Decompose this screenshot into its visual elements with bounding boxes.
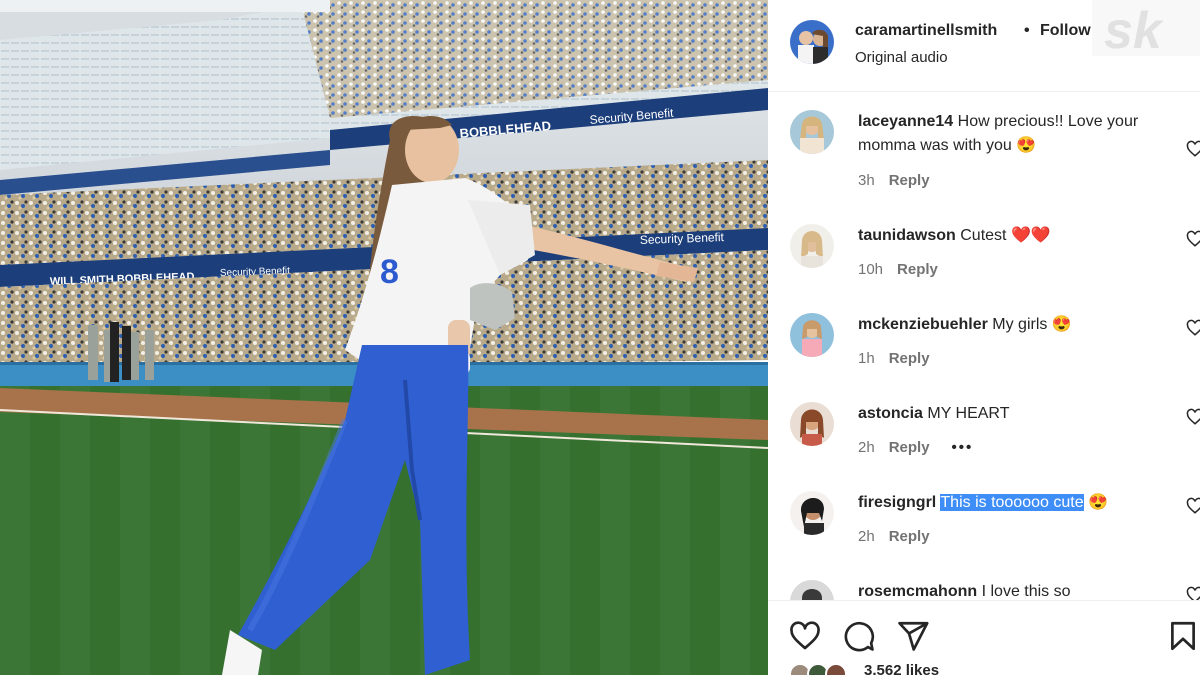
commenter-avatar[interactable]	[790, 313, 834, 357]
reply-button[interactable]: Reply	[889, 172, 930, 189]
bookmark-icon[interactable]	[1166, 619, 1200, 653]
reply-button[interactable]: Reply	[889, 350, 930, 367]
comment-username[interactable]: laceyanne14	[858, 113, 953, 130]
comment-meta: 2h Reply	[858, 528, 930, 545]
jersey-number: 8	[380, 253, 399, 291]
comment-meta: 10h Reply	[858, 261, 938, 278]
commenter-avatar[interactable]	[790, 402, 834, 446]
comment-username[interactable]: taunidawson	[858, 227, 956, 244]
more-options-icon[interactable]: •••	[952, 439, 974, 456]
commenter-avatar[interactable]	[790, 491, 834, 535]
heart-eyes-emoji: 😍	[1088, 494, 1108, 511]
comment-username[interactable]: astoncia	[858, 405, 923, 422]
comment-body: MY HEART	[927, 405, 1010, 422]
stadium-video-frame: BOBBLEHEAD Security Benefit WILL SMITH B…	[0, 0, 768, 675]
audio-label[interactable]: Original audio	[855, 49, 948, 66]
comment-text: laceyanne14 How precious!! Love your mom…	[858, 110, 1158, 158]
comment-text: firesigngrl This is toooooo cute 😍	[858, 491, 1158, 515]
comment-username[interactable]: rosemcmahonn	[858, 583, 977, 600]
reply-button[interactable]: Reply	[897, 261, 938, 278]
commenter-avatar[interactable]	[790, 110, 834, 154]
separator-dot: •	[1024, 22, 1030, 39]
comment-time: 1h	[858, 350, 875, 367]
like-comment-heart-icon[interactable]	[1186, 586, 1200, 600]
heart-eyes-emoji: 😍	[1016, 137, 1037, 154]
comment-time: 2h	[858, 439, 875, 456]
comment-text: taunidawson Cutest ❤️❤️	[858, 224, 1158, 248]
comment-username[interactable]: mckenziebuehler	[858, 316, 988, 333]
comment-text: mckenziebuehler My girls 😍	[858, 313, 1158, 337]
like-comment-heart-icon[interactable]	[1186, 497, 1200, 515]
commenter-avatar[interactable]	[790, 224, 834, 268]
author-username[interactable]: caramartinellsmith	[855, 22, 997, 40]
comment-body: Cutest	[960, 227, 1007, 244]
likes-count[interactable]: 3,562 likes	[864, 662, 939, 675]
liker-avatars[interactable]	[789, 660, 860, 675]
like-comment-heart-icon[interactable]	[1186, 230, 1200, 248]
like-comment-heart-icon[interactable]	[1186, 319, 1200, 337]
comment-body: I love this so	[981, 583, 1071, 600]
like-comment-heart-icon[interactable]	[1186, 140, 1200, 158]
comment-body: My girls	[992, 316, 1048, 333]
heart-eyes-emoji: 😍	[1051, 316, 1072, 333]
post-media[interactable]: BOBBLEHEAD Security Benefit WILL SMITH B…	[0, 0, 768, 675]
watermark-text: sk	[1104, 2, 1165, 56]
comment-icon[interactable]	[842, 619, 876, 653]
commenter-avatar[interactable]	[790, 580, 834, 600]
comment-meta: 1h Reply	[858, 350, 930, 367]
comment-time: 3h	[858, 172, 875, 189]
post-header: caramartinellsmith • Follow Original aud…	[768, 0, 1200, 92]
like-comment-heart-icon[interactable]	[1186, 408, 1200, 426]
comment-text: rosemcmahonn I love this so	[858, 580, 1158, 600]
post-side-panel: caramartinellsmith • Follow Original aud…	[768, 0, 1200, 675]
comment-username[interactable]: firesigngrl	[858, 494, 936, 511]
banner-text-5: Security Benefit	[640, 230, 725, 247]
comment-meta: 2h Reply •••	[858, 439, 973, 456]
site-watermark-logo: sk	[1092, 0, 1200, 60]
comment-time: 10h	[858, 261, 884, 278]
comments-list[interactable]: laceyanne14 How precious!! Love your mom…	[768, 92, 1200, 600]
heart-icon[interactable]	[788, 619, 822, 653]
author-avatar[interactable]	[790, 20, 834, 64]
follow-button[interactable]: Follow	[1040, 22, 1091, 40]
comment-meta: 3h Reply	[858, 172, 930, 189]
comment-time: 2h	[858, 528, 875, 545]
reply-button[interactable]: Reply	[889, 439, 930, 456]
share-icon[interactable]	[896, 619, 930, 653]
comment-body-highlighted: This is toooooo cute	[940, 494, 1084, 511]
comment-text: astoncia MY HEART	[858, 402, 1158, 426]
reply-button[interactable]: Reply	[889, 528, 930, 545]
red-hearts-emoji: ❤️❤️	[1010, 227, 1051, 244]
